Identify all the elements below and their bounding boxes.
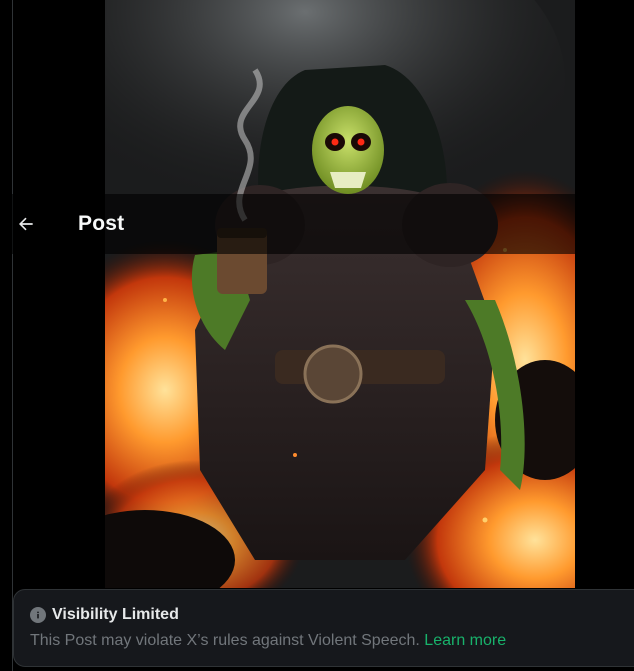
learn-more-link[interactable]: Learn more (424, 632, 506, 649)
post-header: Post (12, 194, 634, 254)
notice-title: Visibility Limited (52, 606, 179, 623)
timeline-border (12, 0, 13, 671)
info-icon (30, 607, 46, 623)
warrior-illustration (105, 0, 575, 588)
notice-text: This Post may violate X’s rules against … (30, 632, 420, 649)
visibility-notice: Visibility Limited This Post may violate… (13, 589, 634, 667)
notice-body: This Post may violate X’s rules against … (30, 632, 634, 650)
arrow-left-icon (19, 217, 33, 231)
notice-title-row: Visibility Limited (30, 606, 634, 624)
back-button[interactable] (14, 212, 38, 236)
page-title: Post (78, 212, 125, 235)
post-image[interactable] (105, 0, 575, 588)
